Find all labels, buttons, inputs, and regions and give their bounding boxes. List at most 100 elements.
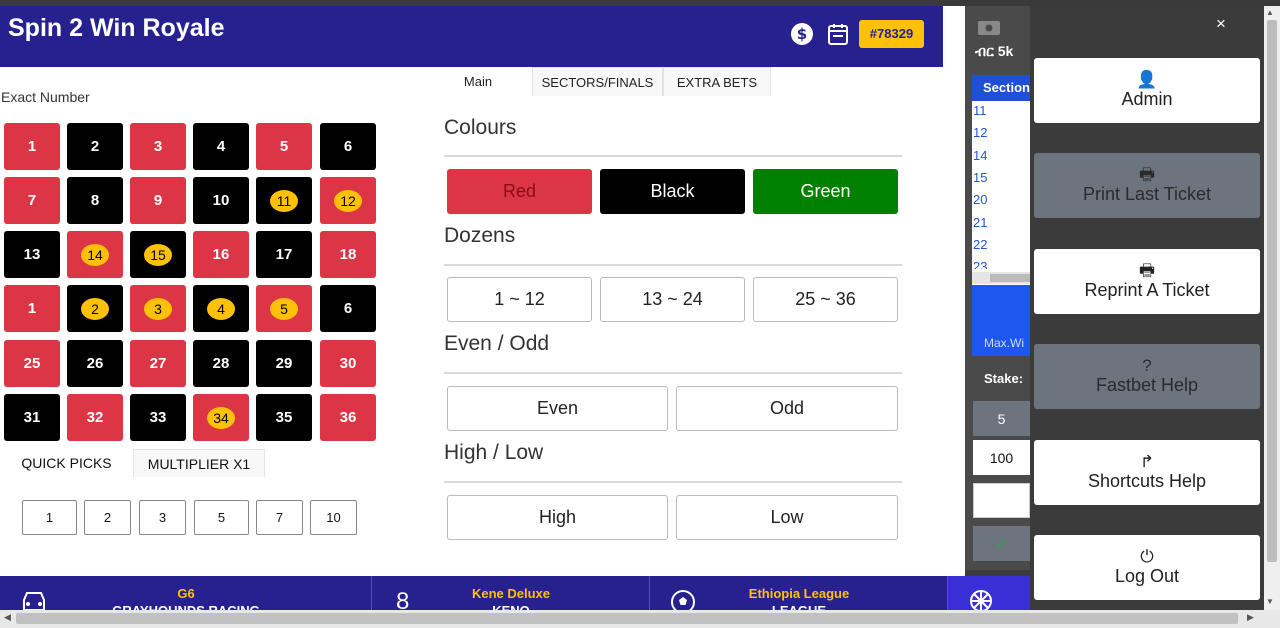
section-number[interactable]: 12	[973, 125, 987, 140]
footer-game-keno[interactable]: 8 Kene Deluxe KENO	[372, 576, 650, 618]
scroll-right-icon[interactable]: ▶	[1247, 612, 1254, 623]
bet-chip: 12	[334, 189, 362, 212]
vertical-scroll-thumb[interactable]	[1267, 20, 1277, 562]
shortcuts-help-button[interactable]: ↱ Shortcuts Help	[1034, 440, 1260, 505]
number-cell[interactable]: 36	[320, 394, 376, 441]
reprint-a-ticket-button[interactable]: 🖶 Reprint A Ticket	[1034, 249, 1260, 314]
number-cell[interactable]: 33	[130, 394, 186, 441]
drawer-button-label: Shortcuts Help	[1087, 471, 1207, 491]
number-cell[interactable]: 6	[320, 123, 376, 170]
number-cell[interactable]: 26	[67, 340, 123, 387]
tab-quick-picks[interactable]: QUICK PICKS	[4, 449, 129, 477]
footer-game-greyhounds[interactable]: G6 GRAYHOUNDS RACING	[0, 576, 372, 618]
number-cell[interactable]: 4	[193, 123, 249, 170]
number-cell[interactable]: 1	[4, 123, 60, 170]
max-win-label: Max.Wi	[972, 330, 1030, 356]
printer-icon: 🖶	[1138, 261, 1156, 280]
section-number[interactable]: 11	[973, 103, 987, 118]
dollar-icon[interactable]: $	[790, 22, 814, 46]
log-out-button[interactable]: ⏻ Log Out	[1034, 535, 1260, 600]
ticket-number-badge: #78329	[859, 20, 924, 48]
number-cell[interactable]: 13	[4, 231, 60, 278]
dozen-1-12-button[interactable]: 1 ~ 12	[447, 277, 592, 322]
tab-multiplier[interactable]: MULTIPLIER X1	[133, 449, 265, 477]
quick-pick-button[interactable]: 3	[139, 500, 186, 535]
number-cell[interactable]: 16	[193, 231, 249, 278]
exact-number-label: Exact Number	[1, 89, 90, 105]
footer-game-name: Kene Deluxe	[471, 586, 551, 601]
drawer-button-label: Print Last Ticket	[1082, 184, 1212, 204]
section-list-scroll-thumb[interactable]	[990, 274, 1030, 282]
even-button[interactable]: Even	[447, 386, 668, 431]
scroll-up-icon[interactable]: ▲	[1266, 8, 1274, 17]
number-cell[interactable]: 15	[130, 231, 186, 278]
red-button[interactable]: Red	[447, 169, 592, 214]
number-cell[interactable]: 18	[320, 231, 376, 278]
number-cell[interactable]: 1	[4, 285, 60, 332]
number-cell[interactable]: 2	[67, 285, 123, 332]
stake-label: Stake:	[984, 371, 1024, 386]
number-cell[interactable]: 35	[256, 394, 312, 441]
number-cell[interactable]: 2	[67, 123, 123, 170]
colours-title: Colours	[444, 116, 517, 139]
quick-pick-button[interactable]: 10	[310, 500, 357, 535]
quick-pick-button[interactable]: 2	[84, 500, 131, 535]
number-cell[interactable]: 6	[320, 285, 376, 332]
dozen-25-36-button[interactable]: 25 ~ 36	[753, 277, 898, 322]
stake-input[interactable]	[973, 483, 1030, 518]
number-cell[interactable]: 28	[193, 340, 249, 387]
number-cell[interactable]: 31	[4, 394, 60, 441]
number-cell[interactable]: 25	[4, 340, 60, 387]
number-cell[interactable]: 29	[256, 340, 312, 387]
number-cell[interactable]: 12	[320, 177, 376, 224]
section-number[interactable]: 21	[973, 215, 987, 230]
fastbet-help-button[interactable]: ? Fastbet Help	[1034, 344, 1260, 409]
high-button[interactable]: High	[447, 495, 668, 540]
odd-button[interactable]: Odd	[676, 386, 898, 431]
number-cell[interactable]: 3	[130, 123, 186, 170]
footer-game-league[interactable]: Ethiopia League LEAGUE	[650, 576, 948, 618]
dozen-13-24-button[interactable]: 13 ~ 24	[600, 277, 745, 322]
scroll-left-icon[interactable]: ◀	[4, 612, 11, 623]
scroll-down-icon[interactable]: ▼	[1266, 597, 1274, 606]
tab-sectors-finals[interactable]: SECTORS/FINALS	[532, 67, 663, 96]
number-cell[interactable]: 10	[193, 177, 249, 224]
number-cell[interactable]: 14	[67, 231, 123, 278]
quick-pick-button[interactable]: 1	[22, 500, 77, 535]
section-number[interactable]: 20	[973, 192, 987, 207]
section-number[interactable]: 15	[973, 170, 987, 185]
horizontal-scroll-thumb[interactable]	[16, 613, 1238, 624]
number-cell[interactable]: 9	[130, 177, 186, 224]
number-cell[interactable]: 5	[256, 285, 312, 332]
admin-button[interactable]: 👤 Admin	[1034, 58, 1260, 123]
quick-pick-button[interactable]: 7	[256, 500, 303, 535]
number-cell[interactable]: 27	[130, 340, 186, 387]
quick-pick-button[interactable]: 5	[194, 500, 249, 535]
section-number[interactable]: 14	[973, 148, 987, 163]
stake-preset-button[interactable]: 5	[973, 401, 1030, 436]
number-cell[interactable]: 32	[67, 394, 123, 441]
number-cell[interactable]: 3	[130, 285, 186, 332]
number-cell[interactable]: 17	[256, 231, 312, 278]
green-button[interactable]: Green	[753, 169, 898, 214]
tab-main[interactable]: Main	[432, 67, 524, 96]
section-number[interactable]: 23	[973, 259, 987, 269]
close-icon[interactable]: ×	[1212, 14, 1230, 34]
number-cell[interactable]: 11	[256, 177, 312, 224]
number-cell[interactable]: 4	[193, 285, 249, 332]
low-button[interactable]: Low	[676, 495, 898, 540]
black-button[interactable]: Black	[600, 169, 745, 214]
footer-game-spin[interactable]	[948, 576, 1030, 612]
number-cell[interactable]: 34	[193, 394, 249, 441]
number-cell[interactable]: 8	[67, 177, 123, 224]
number-cell[interactable]: 30	[320, 340, 376, 387]
power-icon: ⏻	[1140, 547, 1154, 566]
section-number[interactable]: 22	[973, 237, 987, 252]
confirm-check-icon[interactable]: ✓	[973, 526, 1030, 561]
tab-extra-bets[interactable]: EXTRA BETS	[663, 67, 771, 96]
stake-preset-button[interactable]: 100	[973, 440, 1030, 475]
number-cell[interactable]: 5	[256, 123, 312, 170]
number-cell[interactable]: 7	[4, 177, 60, 224]
print-last-ticket-button[interactable]: 🖶 Print Last Ticket	[1034, 153, 1260, 218]
calendar-icon[interactable]	[826, 22, 850, 46]
